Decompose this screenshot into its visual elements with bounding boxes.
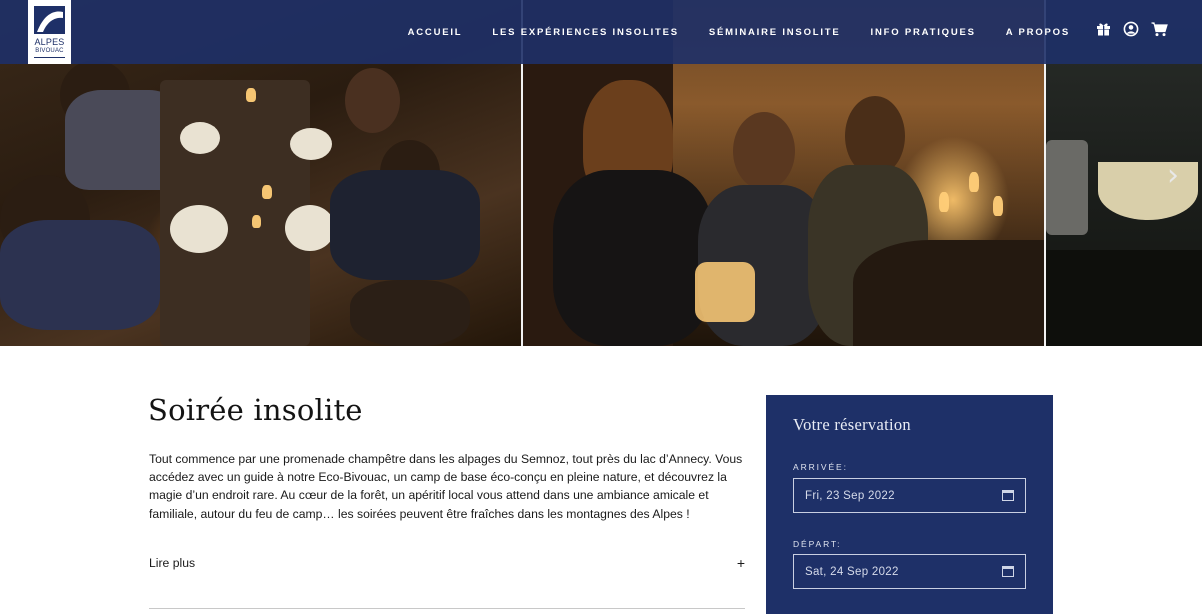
calendar-icon [1002,566,1014,577]
read-more-label: Lire plus [149,556,196,570]
nav-item-info-pratiques[interactable]: INFO PRATIQUES [871,27,976,38]
site-header: ALPES BIVOUAC ACCUEIL LES EXPÉRIENCES IN… [0,0,1202,64]
arrival-date-value: Fri, 23 Sep 2022 [805,489,895,502]
logo-text-bivouac: BIVOUAC [35,48,64,54]
intro-paragraph: Tout commence par une promenade champêtr… [149,452,743,521]
logo-mark-icon [34,6,65,34]
brand-logo[interactable]: ALPES BIVOUAC [28,0,71,64]
read-more-toggle[interactable]: Lire plus + [149,548,745,578]
calendar-icon [1002,490,1014,501]
cart-icon[interactable] [1150,20,1168,38]
nav-item-seminaire[interactable]: SÉMINAIRE INSOLITE [709,27,841,38]
logo-rule [34,57,65,58]
arrival-date-field[interactable]: Fri, 23 Sep 2022 [793,478,1026,513]
reservation-title: Votre réservation [793,415,911,434]
page-title: Soirée insolite [148,393,363,427]
header-icons [1094,20,1168,38]
account-icon[interactable] [1122,20,1140,38]
departure-date-value: Sat, 24 Sep 2022 [805,565,899,578]
gift-icon[interactable] [1094,20,1112,38]
nav-item-experiences[interactable]: LES EXPÉRIENCES INSOLITES [492,27,678,38]
nav-item-a-propos[interactable]: A PROPOS [1006,27,1070,38]
departure-label: DÉPART: [793,539,842,549]
main-nav: ACCUEIL LES EXPÉRIENCES INSOLITES SÉMINA… [408,0,1070,64]
section-divider [149,608,745,609]
nav-item-accueil[interactable]: ACCUEIL [408,27,463,38]
departure-date-field[interactable]: Sat, 24 Sep 2022 [793,554,1026,589]
arrival-label: ARRIVÉE: [793,462,848,472]
gallery-next-arrow-icon[interactable]: › [1163,160,1183,192]
reservation-panel: Votre réservation ARRIVÉE: Fri, 23 Sep 2… [766,395,1053,614]
logo-text-alpes: ALPES [34,37,65,47]
plus-icon: + [736,555,745,571]
